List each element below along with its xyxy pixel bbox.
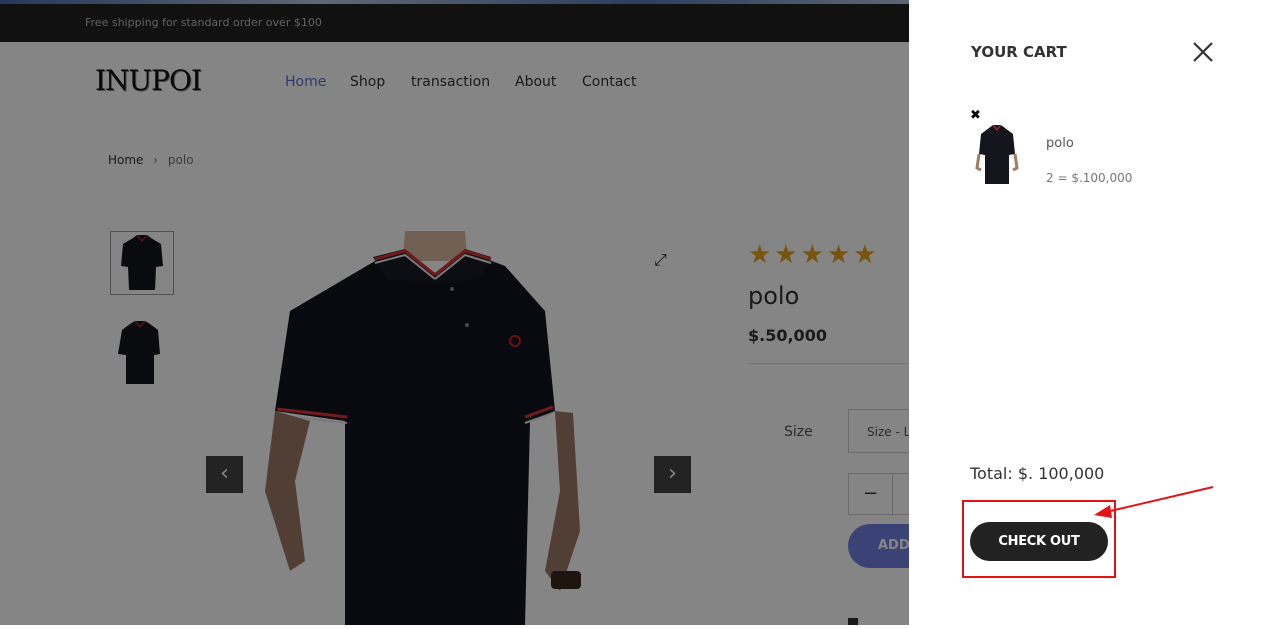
annotation-arrow <box>1094 486 1214 518</box>
